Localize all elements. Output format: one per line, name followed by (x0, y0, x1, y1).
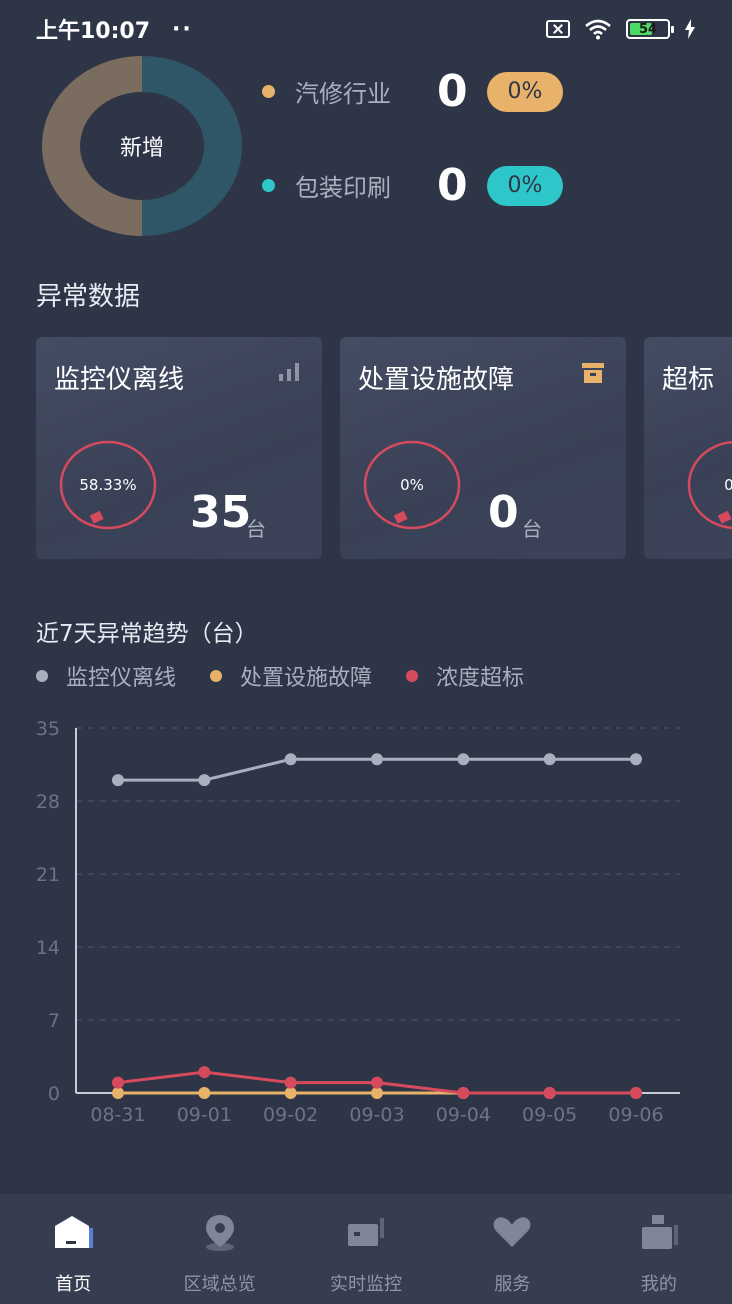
card-count: 0 (488, 487, 519, 538)
data-point (630, 753, 642, 766)
bottom-nav: 首页 区域总览 实时监控 服务 我的 (0, 1194, 732, 1304)
legend-dot (210, 670, 223, 682)
legend-dot (406, 670, 419, 682)
gauge-percent: 0% (724, 476, 732, 494)
nav-item-realtime[interactable]: 实时监控 (293, 1194, 439, 1304)
legend-label: 监控仪离线 (66, 666, 177, 691)
nav-label: 我的 (640, 1274, 677, 1295)
card-title: 处置设施故障 (358, 365, 515, 395)
nav-label: 服务 (494, 1274, 531, 1295)
data-point (112, 1076, 124, 1089)
legend-dot (262, 85, 275, 98)
y-tick-label: 7 (48, 1010, 60, 1032)
wifi-icon (585, 19, 611, 40)
data-point (112, 774, 124, 787)
card-title: 监控仪离线 (54, 365, 185, 395)
bar-chart-icon (279, 363, 299, 381)
legend-percent-badge: 0% (487, 71, 563, 112)
gauge-percent: 0% (400, 476, 424, 494)
data-point (284, 1076, 297, 1089)
chart-legend-item: 监控仪离线 (36, 660, 176, 692)
location-pin-icon (198, 1212, 242, 1252)
nav-label: 实时监控 (330, 1274, 403, 1295)
data-point (284, 1087, 297, 1099)
card-unit: 台 (522, 517, 542, 541)
heart-icon (490, 1212, 534, 1252)
status-bar: 上午10:07 ·· 54 (0, 0, 732, 58)
abnormal-section-title: 异常数据 (36, 282, 141, 312)
legend-row-packaging: 包装印刷 0 0% (262, 160, 563, 211)
legend-label: 处置设施故障 (240, 666, 373, 691)
data-point (112, 1087, 124, 1099)
charging-icon (685, 19, 695, 39)
legend-dot (262, 179, 275, 192)
card-count: 35 (190, 487, 252, 538)
user-icon (637, 1212, 681, 1252)
data-point (457, 753, 470, 766)
data-point (630, 1087, 642, 1099)
y-tick-label: 0 (48, 1083, 60, 1105)
data-point (543, 753, 556, 766)
legend-count: 0 (437, 66, 468, 117)
card-title: 超标 (662, 365, 715, 395)
box-icon (582, 363, 604, 383)
trend-line-chart: 0 7 14 21 28 35 08-31 09-01 09-02 09-03 09-04 09-05… (36, 718, 680, 1126)
data-point (457, 1087, 470, 1099)
legend-name: 汽修行业 (295, 80, 391, 108)
x-tick-label: 08-31 (90, 1104, 145, 1126)
home-icon (51, 1212, 95, 1252)
legend-label: 浓度超标 (436, 666, 525, 691)
y-tick-label: 14 (36, 937, 60, 959)
legend-percent-badge: 0% (487, 165, 563, 206)
battery-level: 54 (638, 21, 658, 37)
gauge-percent: 58.33% (79, 476, 137, 494)
status-dots: ·· (172, 16, 193, 42)
nav-label: 首页 (55, 1274, 92, 1295)
nav-item-region[interactable]: 区域总览 (146, 1194, 292, 1304)
card-unit: 台 (246, 517, 266, 541)
trend-section-title: 近7天异常趋势（台） (36, 621, 258, 647)
monitor-camera-icon (344, 1212, 388, 1252)
chart-legend-item: 浓度超标 (406, 660, 524, 692)
x-tick-label: 09-06 (608, 1104, 663, 1126)
data-point (198, 774, 211, 787)
legend-count: 0 (437, 160, 468, 211)
card-over-limit[interactable]: 超标 0% (644, 337, 732, 559)
y-tick-label: 21 (36, 864, 60, 886)
x-tick-label: 09-01 (177, 1104, 232, 1126)
nav-item-mine[interactable]: 我的 (586, 1194, 732, 1304)
data-point (543, 1087, 556, 1099)
y-tick-label: 28 (36, 791, 60, 813)
no-sim-icon (546, 20, 570, 38)
x-tick-label: 09-05 (522, 1104, 577, 1126)
data-point (371, 753, 383, 766)
nav-label: 区域总览 (183, 1274, 256, 1295)
status-icons: 54 (546, 18, 696, 40)
card-facility-fault[interactable]: 处置设施故障 0% 0 台 (340, 337, 626, 559)
data-point (198, 1087, 211, 1099)
y-tick-label: 35 (36, 718, 60, 740)
battery-icon: 54 (626, 19, 674, 39)
data-point (371, 1076, 383, 1089)
donut-center-label: 新增 (119, 136, 164, 161)
legend-dot (36, 670, 48, 682)
x-tick-label: 09-03 (349, 1104, 404, 1126)
status-time: 上午10:07 (36, 19, 151, 44)
nav-item-service[interactable]: 服务 (439, 1194, 585, 1304)
nav-item-home[interactable]: 首页 (0, 1194, 146, 1304)
data-point (284, 753, 297, 766)
chart-legend-item: 处置设施故障 (210, 660, 372, 692)
legend-name: 包装印刷 (295, 174, 391, 202)
data-point (371, 1087, 383, 1099)
x-tick-label: 09-02 (263, 1104, 318, 1126)
card-monitor-offline[interactable]: 监控仪离线 58.33% 35 台 (36, 337, 322, 559)
data-point (198, 1066, 211, 1079)
chart-legend: 监控仪离线 处置设施故障 浓度超标 (36, 660, 558, 692)
new-donut-chart: 新增 (42, 56, 242, 236)
x-tick-label: 09-04 (436, 1104, 491, 1126)
legend-row-auto-repair: 汽修行业 0 0% (262, 66, 563, 117)
